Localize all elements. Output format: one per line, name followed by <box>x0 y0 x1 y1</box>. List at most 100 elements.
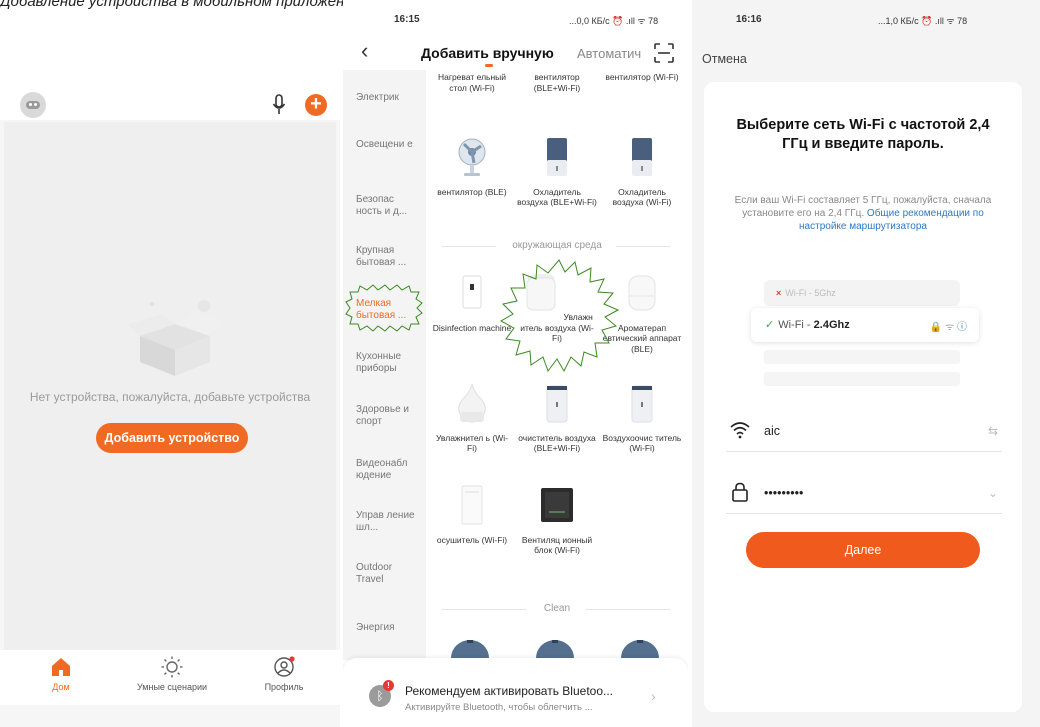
bluetooth-banner[interactable]: ᛒ ! Рекомендуем активировать Bluetoo... … <box>343 658 688 727</box>
category-outdoor-travel[interactable]: Outdoor Travel <box>356 562 421 586</box>
device-ventilation-unit-wifi[interactable]: Вентиляц ионный блок (Wi-Fi) <box>517 484 597 556</box>
section-clean: Clean <box>426 603 688 615</box>
category-health[interactable]: Здоровье и спорт <box>356 404 421 428</box>
device-air-cleaner-wifi[interactable]: Воздухоочис титель (Wi-Fi) <box>602 382 682 454</box>
device-label: осушитель (Wi-Fi) <box>436 534 508 545</box>
bluetooth-title: Рекомендуем активировать Bluetoo... <box>405 684 614 698</box>
empty-box-icon <box>128 300 222 376</box>
category-large-appliances[interactable]: Крупная бытовая ... <box>356 245 421 269</box>
tab-home-label: Дом <box>52 682 70 692</box>
bottom-tab-bar: Дом Умные сценарии Профиль <box>0 650 340 705</box>
tab-home[interactable]: Дом <box>16 656 106 692</box>
device-label: очиститель воздуха (BLE+Wi-Fi) <box>518 432 596 454</box>
highlight-outline <box>499 259 620 373</box>
disinfection-icon <box>462 275 482 309</box>
section-clean-label: Clean <box>543 603 571 614</box>
tab-smart-scenes[interactable]: Умные сценарии <box>127 656 217 692</box>
section-environment-label: окружающая среда <box>512 240 602 251</box>
add-plus-icon[interactable]: + <box>305 94 327 116</box>
device-fan-wifi[interactable]: вентилятор (Wi-Fi) <box>602 72 682 83</box>
avatar-icon[interactable] <box>20 92 46 118</box>
device-label: вентилятор (BLE+Wi-Fi) <box>533 72 581 93</box>
status-time: 16:15 <box>394 14 420 25</box>
next-button[interactable]: Далее <box>746 532 980 568</box>
cross-icon: × <box>776 288 782 298</box>
active-tab-indicator <box>485 64 493 67</box>
category-security[interactable]: Безопас ность и д... <box>356 194 421 218</box>
category-curtain-control[interactable]: Управ ление шл... <box>356 510 421 534</box>
wifi-24ghz-row: ✓ Wi-Fi - 2.4Ghz 🔒 ᯤ ⓘ <box>751 308 979 342</box>
wifi-ssid-value: aic <box>764 424 780 438</box>
profile-icon <box>274 656 295 677</box>
highlight-outline <box>345 284 423 332</box>
placeholder-row <box>764 350 960 364</box>
wifi-title: Выберите сеть Wi-Fi с частотой 2,4 ГГц и… <box>736 117 990 152</box>
home-screen: + Нет устройства, пожалуйста, добавьте у… <box>0 70 340 727</box>
wifi-password-field[interactable]: ••••••••• ⌄ <box>726 474 1002 514</box>
device-air-cooler-wifi[interactable]: Охладитель воздуха (Wi-Fi) <box>602 136 682 208</box>
add-device-screen: 16:15 ...0,0 КБ/с ⏰ .ıll ᯤ 78 ‹ Добавить… <box>343 0 688 727</box>
status-indicators: ...0,0 КБ/с ⏰ .ıll ᯤ 78 <box>569 16 659 26</box>
tab-add-manually[interactable]: Добавить вручную <box>421 45 554 61</box>
robot-vacuum-icon[interactable] <box>620 636 660 660</box>
wifi-icon <box>730 422 750 439</box>
device-label: Охладитель воздуха (Wi-Fi) <box>612 186 672 208</box>
category-kitchen[interactable]: Кухонные приборы <box>356 351 421 375</box>
tab-auto-scan[interactable]: Автоматич <box>577 46 645 61</box>
device-air-cooler-ble-wifi[interactable]: Охладитель воздуха (BLE+Wi-Fi) <box>517 136 597 208</box>
home-empty-area: Нет устройства, пожалуйста, добавьте уст… <box>4 122 336 652</box>
tab-profile[interactable]: Профиль <box>239 656 329 692</box>
device-heated-table[interactable]: Нагреват ельный стол (Wi-Fi) <box>432 72 512 93</box>
category-lighting[interactable]: Освещени е <box>356 139 421 151</box>
device-humidifier-drop-wifi[interactable]: Увлажнител ь (Wi-Fi) <box>432 382 512 454</box>
back-button[interactable]: ‹ <box>361 40 368 62</box>
home-header: + <box>0 70 340 120</box>
category-energy[interactable]: Энергия <box>356 622 421 634</box>
cooler-icon <box>632 138 652 176</box>
chevron-down-icon[interactable]: ⌄ <box>988 486 998 500</box>
chevron-right-icon: › <box>651 688 656 704</box>
wifi-24ghz-prefix: Wi-Fi - <box>778 319 814 331</box>
wifi-card: Выберите сеть Wi-Fi с частотой 2,4 ГГц и… <box>704 82 1022 712</box>
wifi-setup-screen: 16:16 ...1,0 КБ/с ⏰ .ıll ᯤ 78 Отмена Выб… <box>692 0 1040 727</box>
lock-icon <box>732 482 748 502</box>
wifi-ssid-field[interactable]: aic ⇆ <box>726 412 1002 452</box>
status-time: 16:16 <box>736 14 762 25</box>
add-device-button[interactable]: Добавить устройство <box>96 423 248 453</box>
device-label: Нагреват ельный стол (Wi-Fi) <box>437 72 507 93</box>
device-air-purifier-ble-wifi[interactable]: очиститель воздуха (BLE+Wi-Fi) <box>517 382 597 454</box>
category-video-surveillance[interactable]: Видеонабл юдение <box>356 458 421 482</box>
wifi-24ghz-band: 2.4Ghz <box>813 319 850 331</box>
microphone-icon[interactable] <box>272 94 286 116</box>
caption: Добавление устройства в мобильном прилож… <box>0 0 362 10</box>
scan-icon[interactable] <box>653 42 675 64</box>
alert-badge: ! <box>383 680 394 691</box>
device-fan-ble[interactable]: вентилятор (BLE) <box>432 136 512 197</box>
tab-profile-label: Профиль <box>264 682 304 692</box>
switch-network-icon[interactable]: ⇆ <box>988 424 998 438</box>
device-dehumidifier-wifi[interactable]: осушитель (Wi-Fi) <box>432 484 512 545</box>
device-label: вентилятор (Wi-Fi) <box>605 72 679 82</box>
robot-vacuum-icon[interactable] <box>535 636 575 660</box>
device-fan-ble-wifi[interactable]: вентилятор (BLE+Wi-Fi) <box>517 72 597 93</box>
cancel-button[interactable]: Отмена <box>702 52 747 66</box>
check-icon: ✓ <box>765 319 775 331</box>
device-label: Воздухоочис титель (Wi-Fi) <box>602 432 682 454</box>
info-icon: ⓘ <box>957 322 967 333</box>
section-environment: окружающая среда <box>426 240 688 252</box>
tab-smart-scenes-label: Умные сценарии <box>136 682 208 692</box>
empty-message: Нет устройства, пожалуйста, добавьте уст… <box>29 390 311 404</box>
robot-vacuum-icon[interactable] <box>450 636 490 660</box>
status-indicators: ...1,0 КБ/с ⏰ .ıll ᯤ 78 <box>878 16 968 26</box>
wifi-row-icons: 🔒 ᯤ ⓘ <box>929 322 967 333</box>
wifi-5ghz-row: × Wi-Fi - 5Ghz <box>764 280 960 306</box>
wifi-illustration: × Wi-Fi - 5Ghz ✓ Wi-Fi - 2.4Ghz 🔒 ᯤ ⓘ <box>751 280 979 392</box>
wifi-5ghz-band: 5Ghz <box>814 288 836 298</box>
category-sidebar: Электрик Освещени е Безопас ность и д...… <box>343 70 426 660</box>
wifi-description: Если ваш Wi-Fi составляет 5 ГГц, пожалуй… <box>728 194 998 233</box>
device-grid: Нагреват ельный стол (Wi-Fi) вентилятор … <box>426 70 688 660</box>
home-icon <box>52 658 70 676</box>
category-electric[interactable]: Электрик <box>356 92 421 104</box>
wifi-password-value: ••••••••• <box>764 486 804 500</box>
wifi-5ghz-prefix: Wi-Fi - <box>785 288 815 298</box>
